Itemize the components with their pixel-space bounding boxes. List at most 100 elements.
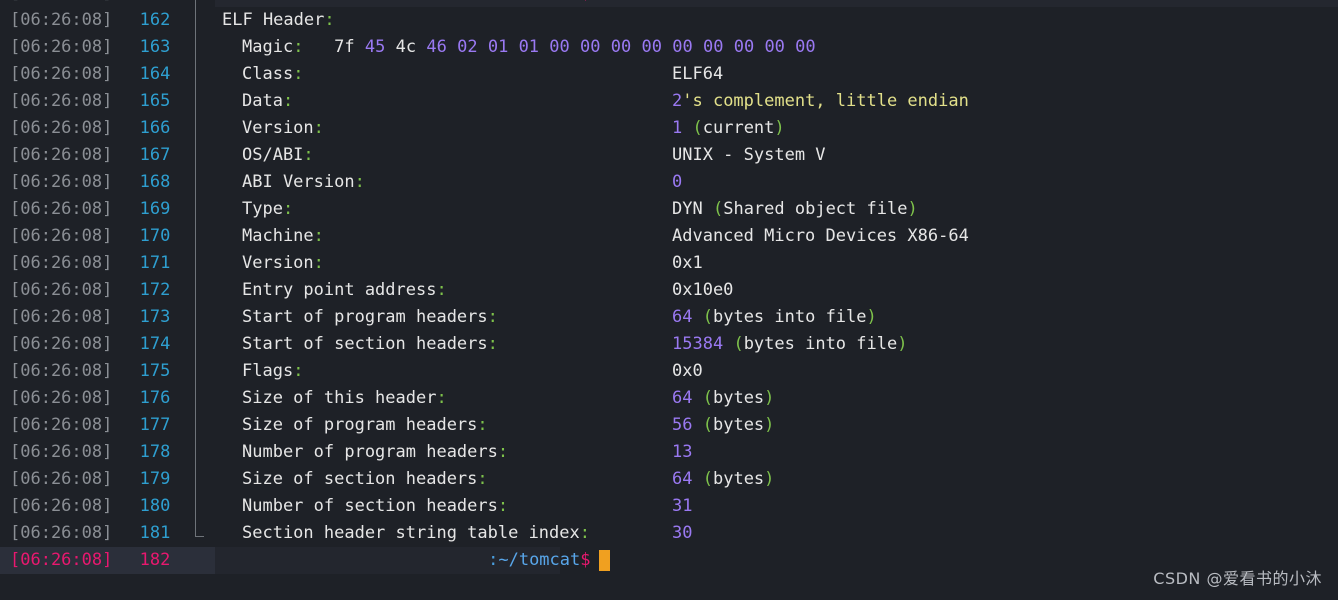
terminal-row: [06:26:08] 175 Flags: 0x0: [0, 358, 1338, 385]
terminal-panel[interactable]: [06:26:08]161 :~/tomcat$ readelf -h ./te…: [0, 0, 1338, 600]
fold-guide-line: [195, 277, 196, 304]
fold-cell[interactable]: [186, 331, 210, 358]
colon: :: [477, 469, 488, 489]
field-label: Section header string table index: [242, 523, 580, 543]
fold-guide-line: [195, 331, 196, 358]
field-value: UNIX - System V: [672, 142, 826, 169]
colon: :: [303, 145, 314, 165]
fold-cell[interactable]: [186, 439, 210, 466]
fold-cell[interactable]: [186, 520, 210, 547]
field-label-wrap: ABI Version:: [222, 169, 672, 196]
fold-guide-line: [195, 493, 196, 520]
field-value: 0x0: [672, 358, 703, 385]
field-value: Advanced Micro Devices X86-64: [672, 223, 969, 250]
gutter: [06:26:08] 165: [0, 88, 215, 115]
fold-cell[interactable]: [186, 385, 210, 412]
fold-cell[interactable]: [186, 466, 210, 493]
fold-guide-line-end: [195, 520, 204, 537]
value-text: Shared object file: [723, 199, 908, 219]
timestamp: [06:26:08]: [10, 253, 113, 273]
fold-cell[interactable]: [186, 142, 210, 169]
close-paren: ): [866, 307, 877, 327]
fold-cell[interactable]: [186, 196, 210, 223]
close-paren: ): [764, 469, 775, 489]
terminal-row: [06:26:08]161 :~/tomcat$ readelf -h ./te…: [0, 0, 1338, 7]
terminal-row: [06:26:08] 182 : ~/tomcat $: [0, 547, 1338, 574]
magic-byte: 00: [610, 37, 632, 57]
field-label-wrap: Size of program headers:: [222, 412, 672, 439]
timestamp: [06:26:08]: [0, 0, 112, 7]
close-paren: ): [907, 199, 918, 219]
magic-byte: 00: [580, 37, 601, 57]
colon: :: [579, 523, 591, 543]
gutter: [06:26:08] 170: [0, 223, 215, 250]
row-content: Size of this header: 64 (bytes): [215, 385, 1338, 412]
field-value: 56 (bytes): [672, 412, 774, 439]
line-number: 176: [139, 388, 171, 408]
value-number: 13: [672, 442, 693, 462]
value-text: 0x1: [672, 253, 703, 273]
fold-cell[interactable]: [186, 34, 210, 61]
fold-cell[interactable]: [186, 88, 210, 115]
timestamp: [06:26:08]: [10, 469, 113, 489]
colon: :: [477, 415, 488, 435]
prompt-path: ~/tomcat: [498, 550, 581, 570]
field-value: 0x1: [672, 250, 703, 277]
field-label: Size of this header: [242, 388, 437, 408]
fold-cell[interactable]: [186, 7, 210, 34]
text-cursor[interactable]: [598, 550, 610, 571]
row-content: :~/tomcat$ readelf -h ./test007.out: [215, 0, 1338, 7]
fold-cell[interactable]: [186, 0, 210, 7]
row-content: : ~/tomcat $: [215, 547, 1338, 574]
fold-guide-line: [195, 88, 196, 115]
field-value: 2's complement, little endian: [672, 88, 969, 115]
field-label: Version: [242, 253, 314, 273]
gutter: [06:26:08] 177: [0, 412, 215, 439]
fold-cell[interactable]: [186, 169, 210, 196]
terminal-row: [06:26:08] 169 Type: DYN (Shared object fil…: [0, 196, 1338, 223]
fold-cell[interactable]: [186, 547, 210, 574]
field-value: DYN (Shared object file): [672, 196, 918, 223]
fold-guide-line: [195, 169, 196, 196]
terminal-row: [06:26:08] 176 Size of this header: 64 (byt…: [0, 385, 1338, 412]
field-label: Flags: [242, 361, 294, 381]
fold-cell[interactable]: [186, 115, 210, 142]
value-number: 64: [672, 469, 693, 489]
magic-byte: 00: [795, 37, 816, 57]
command-argument: ./test007.out: [713, 0, 846, 7]
fold-guide-line: [195, 250, 196, 277]
magic-byte: 00: [549, 37, 570, 57]
row-content: ELF Header:: [215, 7, 1338, 34]
colon: :: [293, 361, 304, 381]
value-text: bytes: [712, 388, 765, 408]
magic-line: Magic: 7f 45 4c 46 02 01 01 00 00 00 00 …: [222, 34, 816, 61]
fold-cell[interactable]: [186, 412, 210, 439]
timestamp: [06:26:08]: [10, 307, 113, 327]
fold-cell[interactable]: [186, 61, 210, 88]
field-label-wrap: Version:: [222, 250, 672, 277]
fold-cell[interactable]: [186, 277, 210, 304]
colon: :: [354, 172, 365, 192]
fold-cell[interactable]: [186, 358, 210, 385]
prompt-path: ~/tomcat: [498, 0, 580, 7]
field-label-wrap: Section header string table index:: [222, 520, 672, 547]
fold-guide-line: [195, 358, 196, 385]
field-label-wrap: Entry point address:: [222, 277, 672, 304]
field-value: 13: [672, 439, 692, 466]
terminal-row: [06:26:08] 174 Start of section headers: 15…: [0, 331, 1338, 358]
fold-cell[interactable]: [186, 223, 210, 250]
terminal-row: [06:26:08] 166 Version: 1 (current): [0, 115, 1338, 142]
fold-cell[interactable]: [186, 493, 210, 520]
fold-cell[interactable]: [186, 304, 210, 331]
timestamp: [06:26:08]: [10, 10, 113, 30]
field-label: Number of program headers: [242, 442, 498, 462]
row-content: Class: ELF64: [215, 61, 1338, 88]
colon: :: [313, 226, 324, 246]
colon: :: [324, 10, 335, 30]
open-paren: (: [733, 334, 744, 354]
field-label-wrap: Size of this header:: [222, 385, 672, 412]
field-label: Size of program headers: [242, 415, 478, 435]
fold-cell[interactable]: [186, 250, 210, 277]
value-number: 64: [672, 388, 693, 408]
field-label: Machine: [242, 226, 314, 246]
